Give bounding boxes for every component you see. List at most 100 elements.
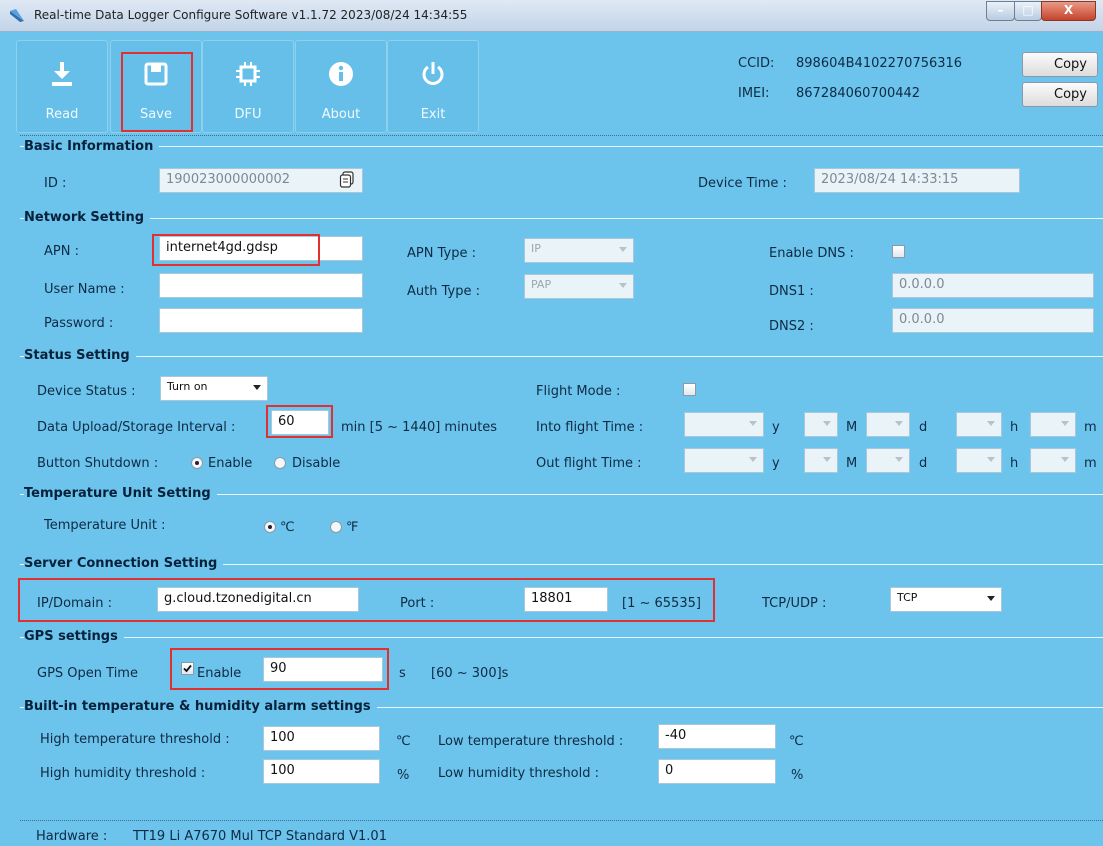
power-icon: [422, 62, 444, 85]
alarm-title: Built-in temperature & humidity alarm se…: [24, 699, 377, 714]
network-group: [20, 218, 1103, 219]
device-time-label: Device Time :: [698, 176, 787, 191]
info-icon: [329, 62, 353, 86]
protocol-select[interactable]: TCP: [890, 587, 1002, 612]
apn-label: APN :: [44, 244, 79, 259]
ip-domain-label: IP/Domain :: [37, 596, 113, 611]
out-flight-minute-select[interactable]: [1030, 448, 1076, 473]
shutdown-enable-label: Enable: [208, 456, 253, 471]
shutdown-enable-radio[interactable]: [191, 457, 203, 469]
exit-label: Exit: [420, 107, 446, 122]
copy-imei-button[interactable]: Copy: [1022, 82, 1098, 107]
copy-id-icon[interactable]: [339, 171, 355, 188]
into-flight-month-select[interactable]: [804, 412, 838, 437]
port-label: Port :: [400, 596, 435, 611]
about-button[interactable]: About: [295, 40, 387, 133]
enable-dns-checkbox[interactable]: [892, 245, 905, 258]
server-title: Server Connection Setting: [24, 556, 224, 571]
shutdown-disable-radio[interactable]: [274, 457, 286, 469]
chevron-down-icon: [987, 596, 995, 601]
out-flight-minute-unit: m: [1084, 456, 1097, 471]
chevron-down-icon: [987, 421, 995, 426]
out-flight-month-select[interactable]: [804, 448, 838, 473]
chevron-down-icon: [823, 421, 831, 426]
into-flight-label: Into flight Time :: [536, 420, 644, 435]
chevron-down-icon: [823, 457, 831, 462]
low-temp-input[interactable]: -40: [658, 724, 776, 749]
flight-mode-label: Flight Mode :: [536, 384, 621, 399]
low-humidity-value: 0: [665, 763, 674, 778]
out-flight-label: Out flight Time :: [536, 456, 642, 471]
save-highlight-box: [121, 52, 193, 132]
maximize-button[interactable]: □: [1014, 1, 1042, 21]
gps-open-time-input[interactable]: 90: [263, 657, 383, 682]
fahrenheit-radio[interactable]: [330, 521, 342, 533]
dns2-label: DNS2 :: [769, 319, 814, 334]
celsius-radio[interactable]: [264, 521, 276, 533]
gps-unit: s: [399, 666, 406, 681]
apn-highlight-box: [152, 234, 320, 266]
window-title: Real-time Data Logger Configure Software…: [34, 8, 468, 22]
dns1-label: DNS1 :: [769, 284, 814, 299]
copy-ccid-button[interactable]: Copy: [1022, 52, 1098, 77]
chevron-down-icon: [749, 457, 757, 462]
flight-mode-checkbox[interactable]: [683, 383, 696, 396]
out-flight-day-select[interactable]: [866, 448, 910, 473]
dns1-input[interactable]: 0.0.0.0: [892, 273, 1094, 298]
out-flight-hour-select[interactable]: [956, 448, 1002, 473]
gps-open-time-value: 90: [270, 661, 287, 676]
read-button[interactable]: Read: [16, 40, 108, 133]
into-flight-day-select[interactable]: [866, 412, 910, 437]
device-time-field: 2023/08/24 14:33:15: [814, 168, 1020, 193]
ip-domain-input[interactable]: g.cloud.tzonedigital.cn: [157, 587, 359, 612]
gps-enable-label: Enable: [197, 666, 242, 681]
auth-type-select[interactable]: PAP: [524, 274, 634, 299]
gps-open-time-label: GPS Open Time: [37, 666, 138, 681]
username-label: User Name :: [44, 282, 125, 297]
low-humidity-input[interactable]: 0: [658, 759, 776, 784]
into-flight-year-select[interactable]: [684, 412, 764, 437]
out-flight-day-unit: d: [919, 456, 928, 471]
protocol-value: TCP: [897, 591, 918, 604]
interval-label: Data Upload/Storage Interval :: [37, 420, 236, 435]
title-bar: Real-time Data Logger Configure Software…: [0, 0, 1103, 32]
interval-highlight-box: [266, 405, 333, 438]
chevron-down-icon: [895, 421, 903, 426]
basic-info-group: [20, 146, 1103, 147]
into-flight-hour-select[interactable]: [956, 412, 1002, 437]
device-status-select[interactable]: Turn on: [160, 376, 268, 401]
high-temp-input[interactable]: 100: [263, 726, 380, 751]
out-flight-year-select[interactable]: [684, 448, 764, 473]
temperature-unit-label: Temperature Unit :: [44, 518, 166, 533]
dns2-input[interactable]: 0.0.0.0: [892, 308, 1094, 333]
dns2-value: 0.0.0.0: [899, 312, 945, 327]
hardware-label: Hardware :: [36, 829, 108, 844]
maximize-icon: □: [1022, 3, 1034, 17]
into-flight-minute-select[interactable]: [1030, 412, 1076, 437]
ccid-label: CCID:: [738, 56, 775, 71]
apn-type-select[interactable]: IP: [524, 238, 634, 263]
auth-type-value: PAP: [531, 278, 552, 291]
high-humidity-input[interactable]: 100: [263, 759, 380, 784]
close-button[interactable]: X: [1041, 1, 1096, 21]
username-input[interactable]: [159, 273, 363, 298]
close-icon: X: [1063, 3, 1074, 17]
dfu-button[interactable]: DFU: [202, 40, 294, 133]
password-input[interactable]: [159, 308, 363, 333]
exit-button[interactable]: Exit: [387, 40, 479, 133]
port-input[interactable]: 18801: [524, 587, 608, 612]
fahrenheit-label: ℉: [346, 520, 359, 535]
apn-type-value: IP: [531, 242, 541, 255]
chevron-down-icon: [1061, 421, 1069, 426]
gps-enable-checkbox[interactable]: [181, 662, 194, 675]
celsius-label: ℃: [280, 520, 295, 535]
temperature-unit-title: Temperature Unit Setting: [24, 486, 217, 501]
high-temp-label: High temperature threshold :: [40, 732, 230, 747]
id-field[interactable]: 190023000000002: [159, 168, 363, 193]
low-humidity-label: Low humidity threshold :: [438, 766, 600, 781]
protocol-label: TCP/UDP :: [762, 596, 827, 611]
into-flight-day-unit: d: [919, 420, 928, 435]
minimize-button[interactable]: –: [986, 1, 1015, 21]
high-humidity-value: 100: [270, 763, 295, 778]
gps-group: [20, 637, 1103, 638]
